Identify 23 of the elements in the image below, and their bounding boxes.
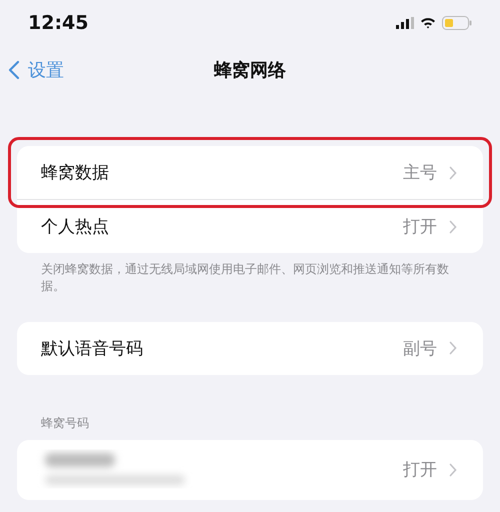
settings-row[interactable]: 蜂窝数据 主号 (17, 146, 483, 199)
signal-icon (396, 17, 414, 29)
row-value: 副号 (403, 338, 437, 360)
page-title: 蜂窝网络 (214, 59, 286, 82)
chevron-icon (449, 462, 457, 477)
section-footer: 关闭蜂窝数据，通过无线局域网使用电子邮件、网页浏览和推送通知等所有数据。 (17, 253, 483, 296)
wifi-icon (420, 17, 436, 29)
row-value: 打开 (403, 459, 437, 482)
section-header: 蜂窝号码 (40, 414, 90, 432)
row-label: 蜂窝数据 (41, 162, 110, 184)
settings-row[interactable]: 默认语音号码 副号 (17, 322, 483, 375)
row-value: 打开 (403, 216, 437, 238)
chevron-icon (449, 220, 457, 234)
row-value: 主号 (403, 162, 437, 184)
chevron-icon (449, 341, 457, 356)
back-chevron-icon (8, 60, 20, 80)
row-label: 个人热点 (41, 216, 110, 238)
row-label: 默认语音号码 (41, 338, 144, 360)
chevron-icon (449, 166, 457, 180)
status-time: 12:45 (28, 12, 88, 34)
back-label: 设置 (28, 59, 64, 82)
battery-icon (442, 16, 472, 30)
settings-row[interactable]: 个人热点 打开 (17, 199, 483, 253)
